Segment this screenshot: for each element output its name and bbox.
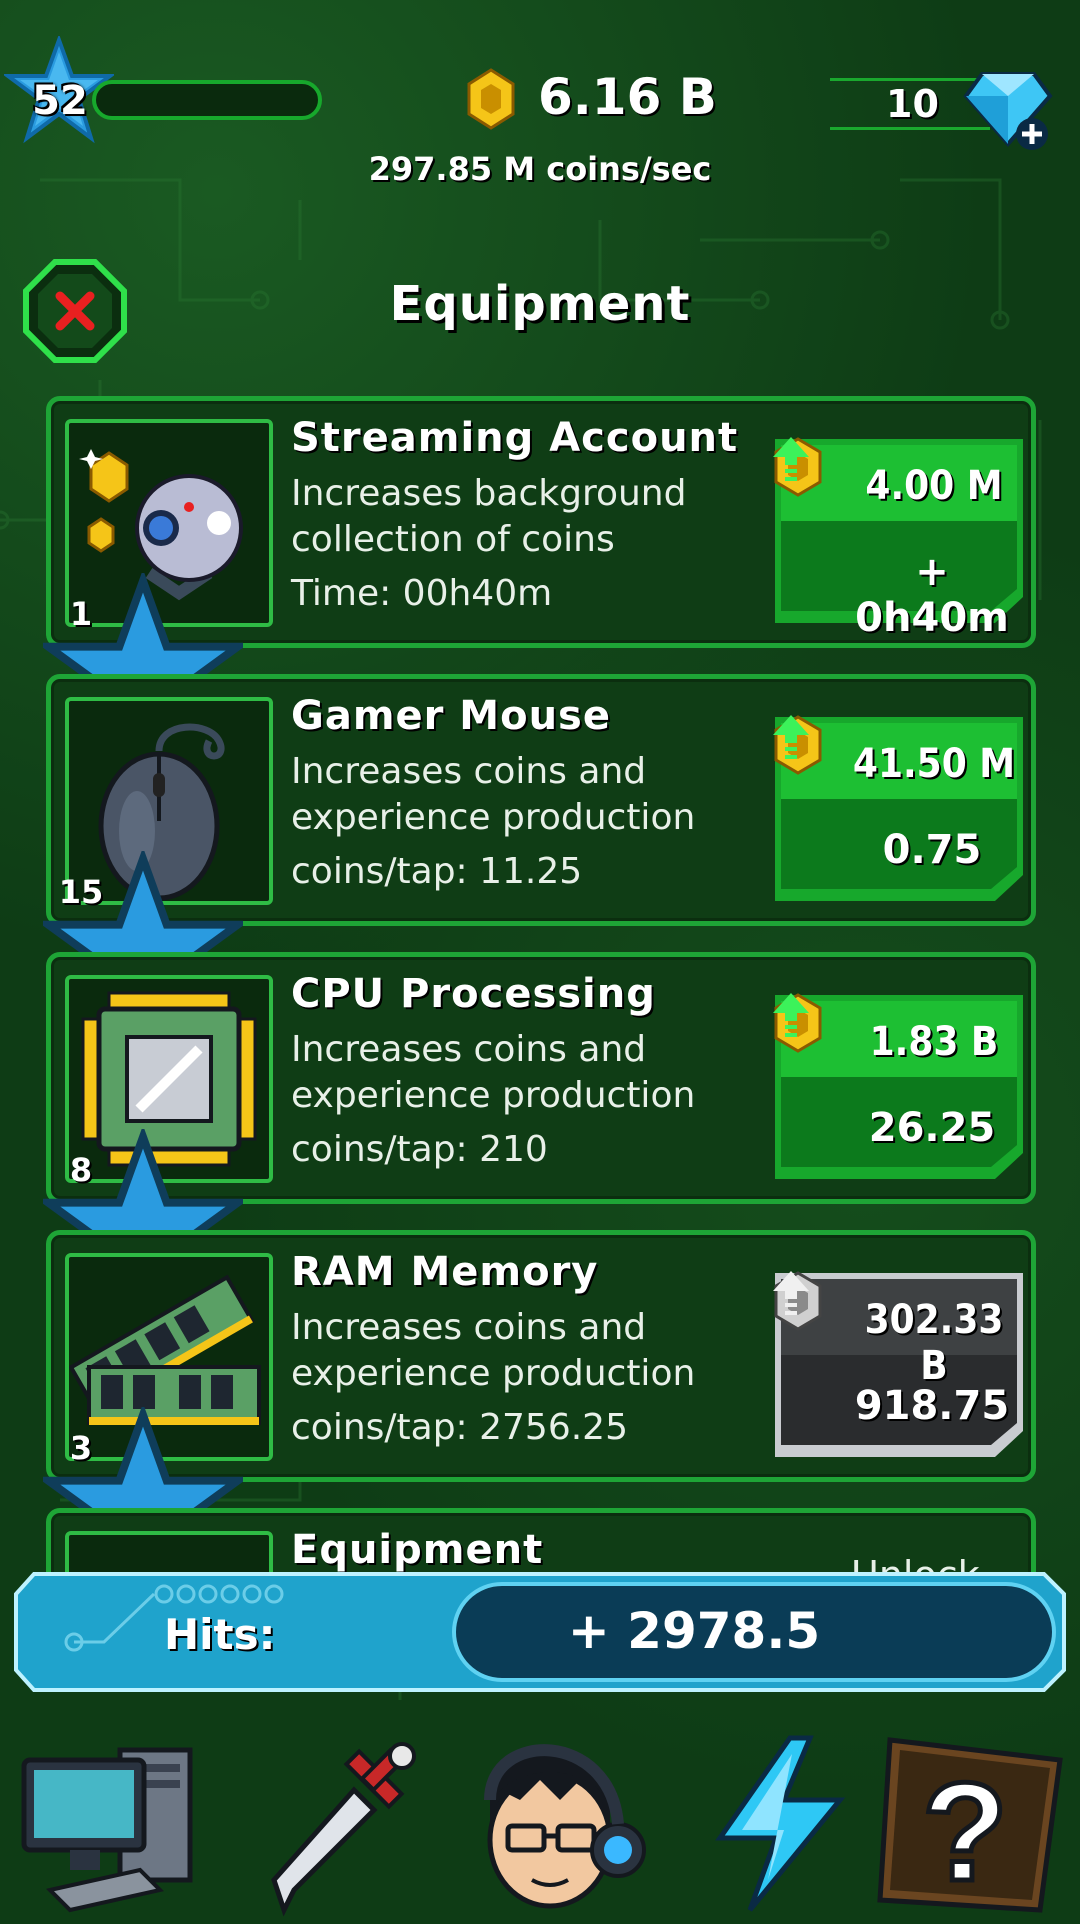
equipment-card-locked: Equipment Unlock: [46, 1508, 1036, 1572]
upgrade-arrow-icon: [773, 437, 809, 481]
diamond-plus-icon[interactable]: [962, 64, 1054, 154]
item-price: 4.00 M: [865, 463, 1003, 509]
item-thumbnail: 1: [43, 419, 273, 773]
hits-label: Hits:: [164, 1610, 276, 1659]
coins-rate: 297.85 M coins/sec: [368, 150, 712, 188]
item-description: Increases coins and experience productio…: [291, 1307, 696, 1394]
buy-button[interactable]: 41.50 M 0.75: [773, 715, 1025, 903]
item-price: 302.33 B: [864, 1297, 1004, 1389]
item-gain: + 0h40m: [855, 549, 1009, 641]
item-description: Increases coins and experience productio…: [291, 751, 696, 838]
item-level-badge: 8: [43, 1129, 243, 1329]
upgrade-arrow-icon: [773, 715, 809, 759]
item-level: 15: [58, 873, 104, 911]
item-thumbnail: 3: [43, 1253, 273, 1572]
gamer-avatar-icon[interactable]: [450, 1720, 650, 1920]
item-price: 41.50 M: [852, 741, 1016, 787]
item-price: 1.83 B: [869, 1019, 999, 1065]
svg-text:?: ?: [922, 1753, 1008, 1910]
item-thumbnail: [65, 1531, 273, 1572]
buy-button[interactable]: 1.83 B 26.25: [773, 993, 1025, 1181]
item-gain: 0.75: [882, 827, 982, 873]
item-gain: 26.25: [868, 1105, 996, 1151]
item-name: CPU Processing: [291, 971, 656, 1017]
coins-total: 6.16 B: [538, 68, 717, 126]
buy-button-disabled[interactable]: 302.33 B 918.75: [773, 1271, 1025, 1459]
item-level-badge: 1: [43, 573, 243, 773]
item-stat: coins/tap: 2756.25: [291, 1407, 628, 1448]
item-level: 8: [69, 1151, 93, 1189]
item-level: 1: [69, 595, 93, 633]
equipment-card-ram-memory: 3 RAM Memory Increases coins and experie…: [43, 1230, 1036, 1572]
item-gain: 918.75: [854, 1383, 1010, 1429]
hits-value: + 2978.5: [567, 1602, 821, 1660]
mystery-box-icon[interactable]: ?: [870, 1720, 1070, 1920]
equipment-list[interactable]: 1 Streaming Account Increases background…: [0, 392, 1080, 1572]
item-thumbnail: 8: [43, 975, 273, 1329]
sword-icon[interactable]: [244, 1720, 444, 1920]
bottom-nav: ?: [0, 1720, 1080, 1920]
equipment-card-cpu-processing: 8 CPU Processing Increases coins and exp…: [43, 952, 1036, 1329]
page-title: Equipment: [389, 276, 691, 332]
xp-bar: [92, 80, 322, 120]
equipment-card-gamer-mouse: 15 Gamer Mouse Increases coins and exper…: [43, 674, 1036, 1051]
item-level-badge: 3: [43, 1407, 243, 1572]
item-level-badge: 15: [43, 851, 243, 1051]
coin-icon: [467, 68, 515, 130]
item-stat: coins/tap: 210: [291, 1129, 548, 1170]
computer-icon[interactable]: [10, 1720, 210, 1920]
upgrade-arrow-icon: [773, 1271, 809, 1315]
gem-count: 10: [886, 82, 939, 126]
lightning-icon[interactable]: [680, 1720, 880, 1920]
hits-bar: Hits: + 2978.5: [14, 1572, 1066, 1692]
item-description: Increases coins and experience productio…: [291, 1029, 696, 1116]
item-name: Equipment: [291, 1527, 544, 1572]
upgrade-arrow-icon: [773, 993, 809, 1037]
item-stat: coins/tap: 11.25: [291, 851, 583, 892]
item-name: RAM Memory: [291, 1249, 599, 1295]
player-level: 52: [32, 78, 88, 124]
item-name: Gamer Mouse: [291, 693, 611, 739]
unlock-label[interactable]: Unlock: [851, 1553, 980, 1572]
item-name: Streaming Account: [291, 415, 739, 461]
item-thumbnail: 15: [43, 697, 273, 1051]
item-level: 3: [69, 1429, 93, 1467]
equipment-card-streaming-account: 1 Streaming Account Increases background…: [43, 396, 1036, 773]
item-stat: Time: 00h40m: [291, 573, 553, 614]
buy-button[interactable]: 4.00 M + 0h40m: [773, 437, 1025, 641]
item-description: Increases background collection of coins: [291, 473, 687, 560]
